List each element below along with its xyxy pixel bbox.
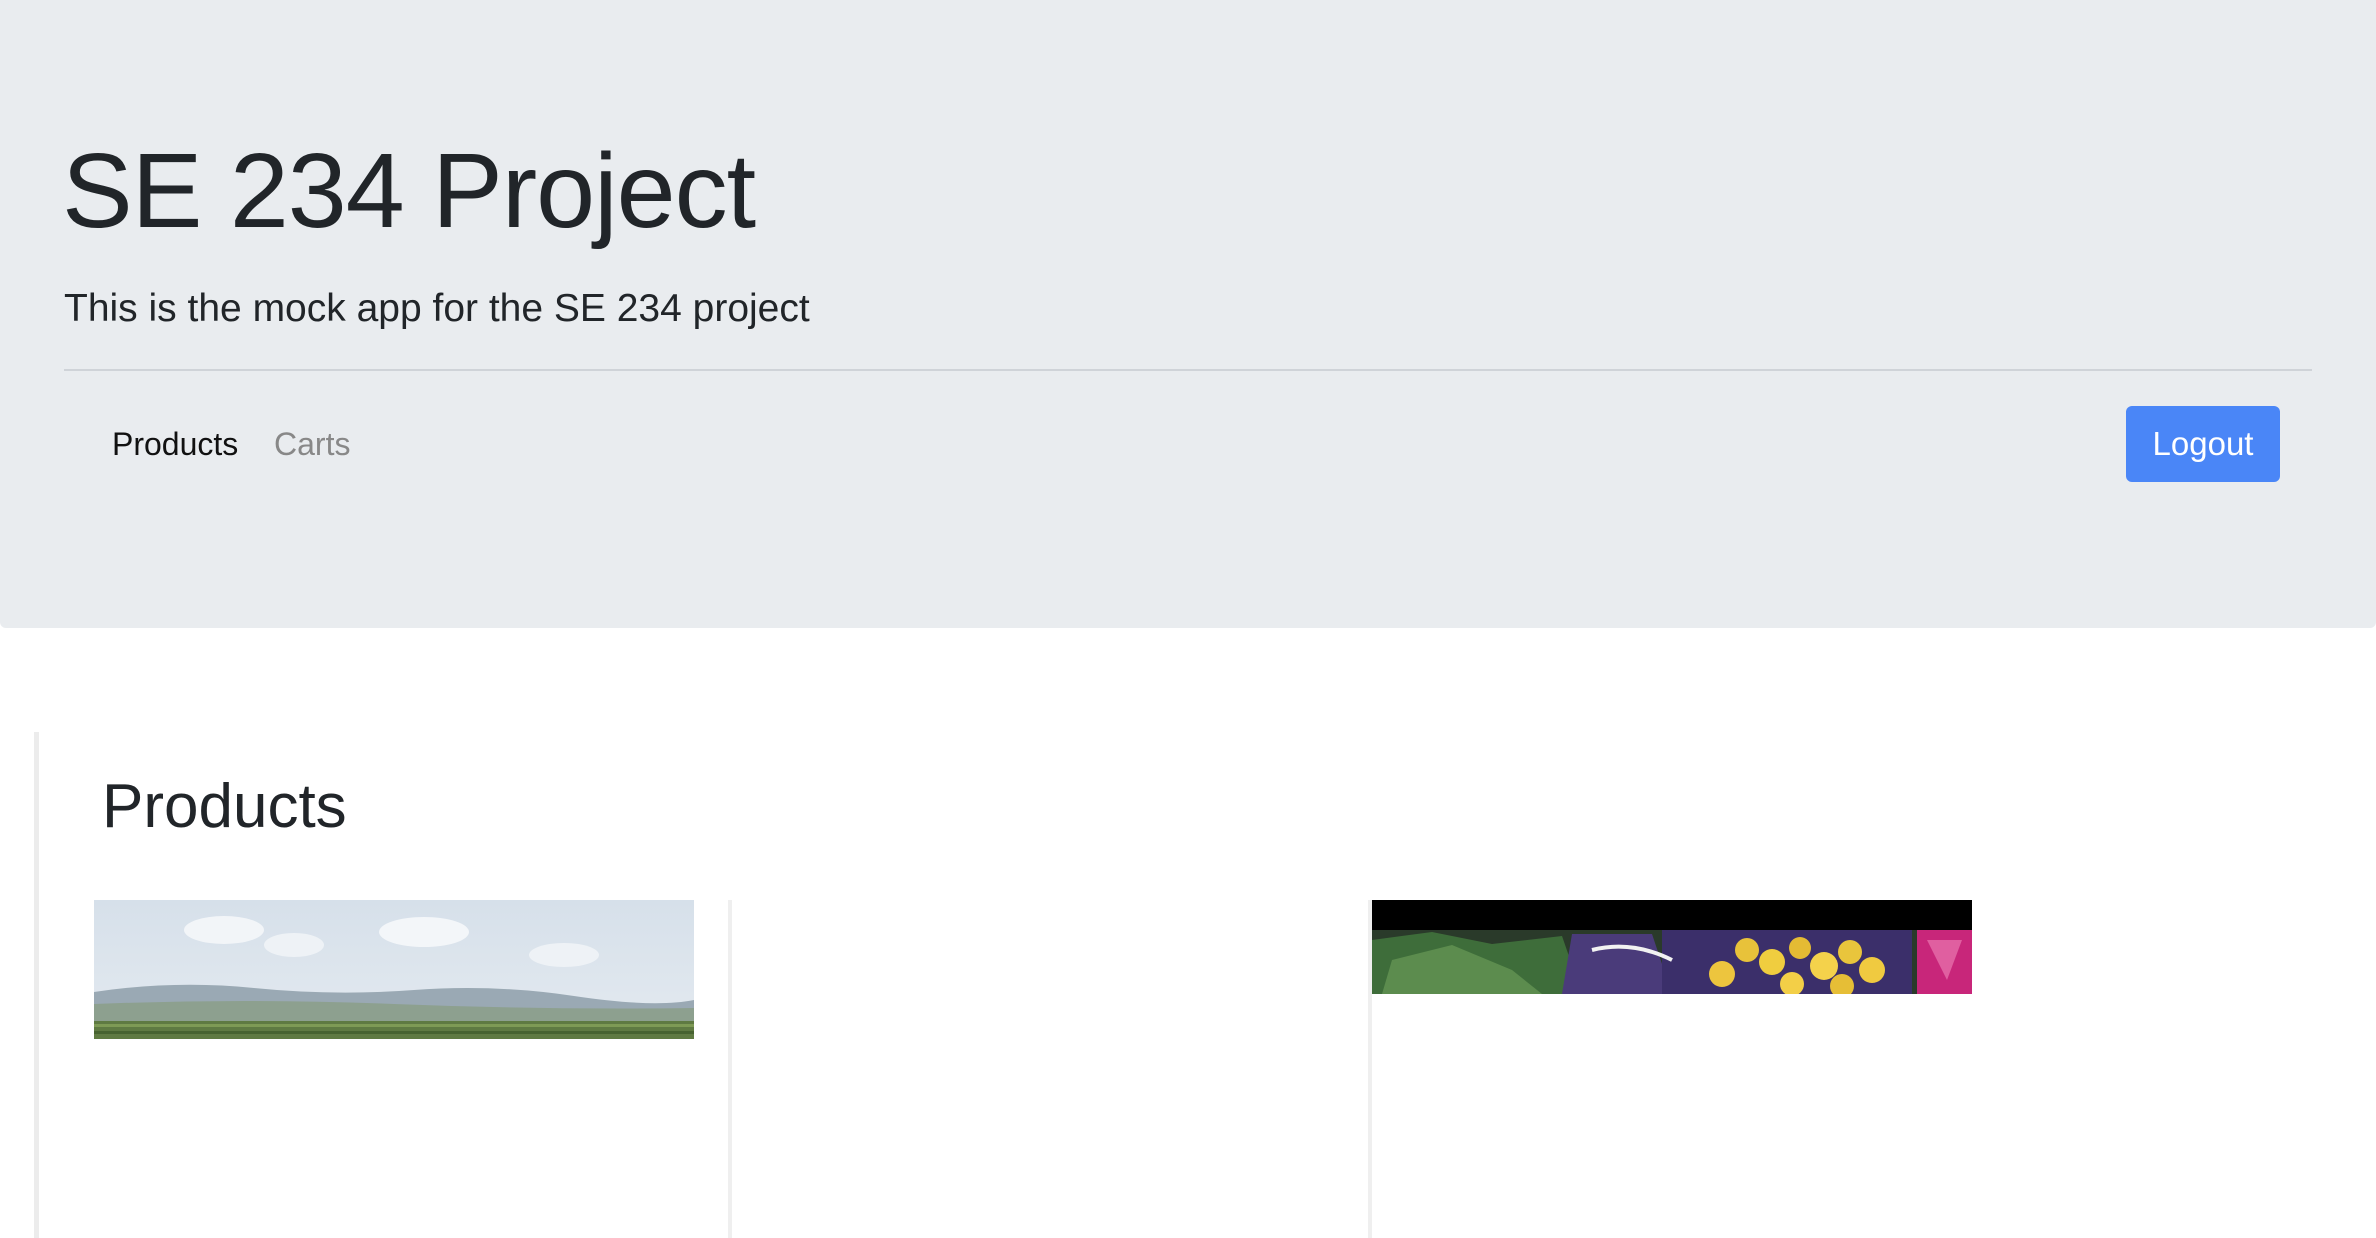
logout-button[interactable]: Logout <box>2126 406 2280 482</box>
vegetable-market-image <box>1372 900 1972 994</box>
product-image-vegetables <box>1372 900 1972 994</box>
page-title: SE 234 Project <box>62 132 756 250</box>
product-image-landscape <box>94 900 694 1039</box>
products-heading: Products <box>102 772 347 841</box>
nav-link-carts[interactable]: Carts <box>274 424 350 464</box>
nav-link-products[interactable]: Products <box>112 424 238 464</box>
product-card[interactable] <box>1368 900 1972 1238</box>
field-landscape-image <box>94 900 694 1039</box>
page-subtitle: This is the mock app for the SE 234 proj… <box>64 287 810 330</box>
product-card[interactable] <box>94 900 732 1238</box>
header-divider <box>64 369 2312 371</box>
